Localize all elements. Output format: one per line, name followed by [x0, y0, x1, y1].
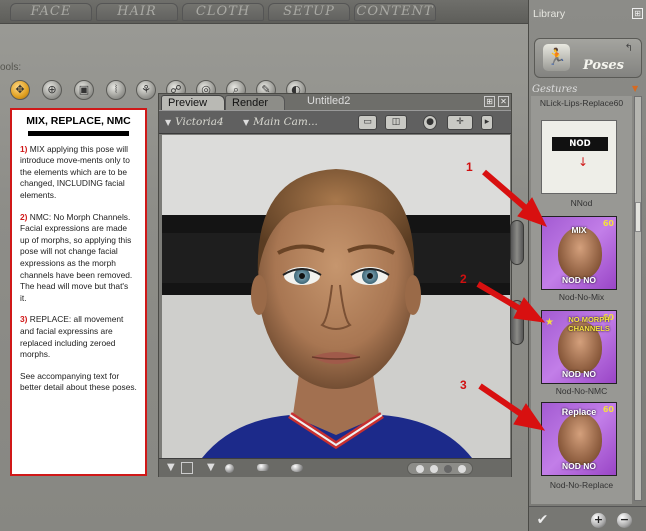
pager-dot[interactable] — [416, 465, 424, 473]
collapse-arrow-icon[interactable]: ▼ — [632, 84, 638, 93]
tab-setup[interactable]: SETUP — [268, 3, 350, 21]
twist-icon[interactable]: ⚘ — [136, 80, 156, 100]
move-view-icon[interactable]: ✛ — [447, 115, 473, 130]
display-style-icon[interactable]: ▭ — [358, 115, 377, 130]
callout-number-3: 3 — [460, 378, 467, 392]
menu-arrow-icon-2[interactable]: ▼ — [207, 462, 215, 473]
preview-viewport[interactable] — [162, 135, 510, 458]
translate-icon[interactable]: ⊕ — [42, 80, 62, 100]
room-tabs-bar: FACE HAIR CLOTH SETUP CONTENT — [0, 0, 528, 24]
note-item-nmc: 2) NMC: No Morph Channels. Facial expres… — [20, 212, 137, 305]
library-scrollbar[interactable] — [634, 96, 642, 501]
document-title: Untitled2 — [307, 95, 351, 107]
note-title-underline — [28, 130, 129, 136]
light-icon[interactable]: ● — [423, 115, 437, 130]
library-category-header[interactable]: 🏃 ↰ Poses — [534, 38, 642, 78]
add-icon[interactable]: + — [591, 513, 606, 528]
pager-dot[interactable] — [458, 465, 466, 473]
menu-arrow-icon[interactable]: ▼ — [167, 462, 175, 473]
annotation-note: MIX, REPLACE, NMC 1) MIX applying this p… — [10, 108, 147, 476]
scrollbar-thumb[interactable] — [635, 202, 641, 232]
thumb-top-text: NO MORPH CHANNELS — [568, 315, 610, 333]
library-maximize-icon[interactable]: ⊞ — [632, 8, 643, 19]
document-tabs: Preview Render Untitled2 ⊞ ✕ — [159, 94, 511, 110]
tab-cloth[interactable]: CLOTH — [182, 3, 264, 21]
note-item-text: See accompanying text for better detail … — [20, 370, 137, 393]
note-item-text: MIX applying this pose will introduce mo… — [20, 143, 130, 200]
callout-arrow-1 — [482, 169, 530, 213]
thumb-nod-label: NOD — [552, 137, 608, 151]
note-title: MIX, REPLACE, NMC — [26, 115, 131, 127]
maximize-icon[interactable]: ⊞ — [484, 96, 495, 107]
chevron-down-icon: ▼ — [165, 118, 172, 127]
tab-face[interactable]: FACE — [10, 3, 92, 21]
figure-selector[interactable]: ▼ Victoria4 — [165, 116, 224, 128]
chevron-down-icon: ▼ — [243, 118, 250, 127]
remove-icon[interactable]: − — [617, 513, 632, 528]
list-item[interactable]: NLick-Lips-Replace60 — [531, 96, 632, 112]
tab-preview[interactable]: Preview — [161, 95, 225, 110]
pose-label: NLick-Lips-Replace60 — [539, 98, 624, 108]
document-window: Preview Render Untitled2 ⊞ ✕ ▼ Victoria4 … — [158, 93, 512, 477]
view-pager[interactable] — [407, 462, 473, 475]
callout-arrows — [476, 169, 548, 431]
document-bottom-bar: ▼ ▼ — [159, 458, 511, 477]
tab-render[interactable]: Render — [225, 95, 285, 110]
callout-arrow-3 — [478, 383, 526, 419]
callout-number-2: 2 — [460, 272, 467, 286]
note-item-text: REPLACE: all movement and facial express… — [20, 314, 124, 360]
note-item-see-also: See accompanying text for better detail … — [20, 371, 137, 394]
pager-dot[interactable] — [430, 465, 438, 473]
note-item-text: NMC: No Morph Channels. Facial expressio… — [20, 211, 133, 303]
camera-selector[interactable]: ▼ Main Cam... — [243, 116, 318, 128]
thumb-bottom-text: NOD NO — [562, 461, 596, 471]
tools-label: ools: — [0, 62, 22, 73]
library-bottom-bar: ✔ + − — [529, 506, 646, 531]
figure-render — [162, 135, 510, 458]
ground-square-icon[interactable] — [181, 462, 193, 474]
camera-selector-label: Main Cam... — [253, 116, 318, 128]
callout-arrowhead-2 — [513, 297, 546, 323]
poser-app-window: FACE HAIR CLOTH SETUP CONTENT ools: ✥ ⊕ … — [0, 0, 646, 531]
library-title: Library — [533, 8, 566, 20]
down-arrow-icon: ↓ — [578, 155, 589, 169]
back-arrow-icon[interactable]: ↰ — [625, 43, 633, 54]
callout-arrowhead-3 — [513, 403, 546, 431]
ground-light-icon[interactable] — [291, 464, 303, 472]
sphere-icon[interactable] — [225, 464, 234, 473]
move-icon[interactable]: ✥ — [10, 80, 30, 100]
note-item-replace: 3) REPLACE: all movement and facial expr… — [20, 314, 137, 360]
tab-hair[interactable]: HAIR — [96, 3, 178, 21]
note-item-mix: 1) MIX applying this pose will introduce… — [20, 144, 137, 202]
library-category-label: Poses — [583, 58, 625, 73]
running-figure-icon: 🏃 — [543, 44, 570, 71]
scale-icon[interactable]: ▣ — [74, 80, 94, 100]
camera-icon[interactable]: ◫ — [385, 115, 407, 130]
face-thumb — [558, 413, 602, 465]
tab-content[interactable]: CONTENT — [354, 3, 436, 21]
document-toolbar: ▼ Victoria4 ▼ Main Cam... ▭ ◫ ● ✛ ▸ — [159, 110, 511, 134]
pose-label: Nod-No-Replace — [549, 480, 614, 490]
figure-selector-label: Victoria4 — [175, 116, 224, 128]
pager-dot[interactable] — [444, 465, 452, 473]
apply-check-icon[interactable]: ✔ — [535, 513, 550, 528]
callout-arrow-2 — [476, 281, 524, 313]
taper-icon[interactable]: ⦚ — [106, 80, 126, 100]
close-icon[interactable]: ✕ — [498, 96, 509, 107]
next-arrow-icon[interactable]: ▸ — [481, 115, 493, 130]
balls-icon[interactable] — [257, 464, 269, 471]
